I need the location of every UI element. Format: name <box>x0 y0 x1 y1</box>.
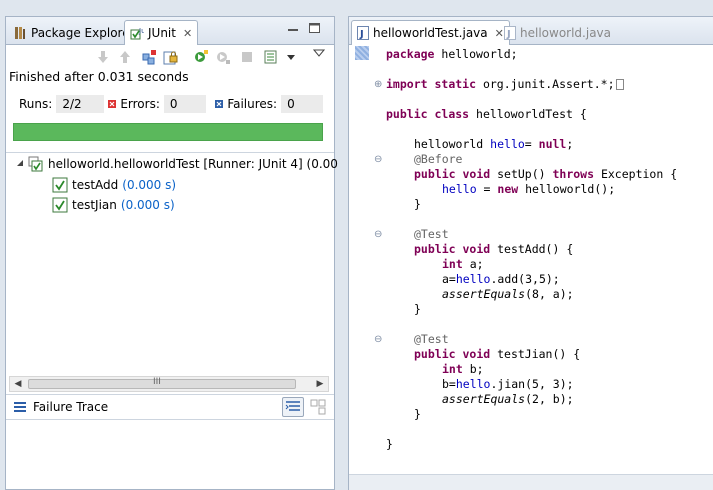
failures-counter: Failures: 0 <box>215 95 325 113</box>
error-icon <box>108 100 117 108</box>
test-passed-icon <box>52 177 68 193</box>
failure-trace-header: Failure Trace <box>6 394 334 420</box>
current-line-marker <box>355 46 369 60</box>
code-line[interactable]: @Test <box>414 332 449 347</box>
rerun-failed-first-icon[interactable] <box>214 48 232 66</box>
minimize-icon[interactable] <box>286 23 300 38</box>
code-line[interactable]: public void testAdd() { <box>414 242 573 257</box>
scroll-grip: III <box>153 377 161 387</box>
errors-counter: Errors: 0 <box>108 95 211 113</box>
junit-icon: Ju <box>130 26 144 40</box>
fold-icon[interactable]: ⊖ <box>374 152 382 167</box>
horizontal-scrollbar[interactable]: ◀ III ▶ <box>9 376 329 392</box>
divider <box>6 152 334 153</box>
code-line[interactable]: public void setUp() throws Exception { <box>414 167 677 182</box>
test-duration: (0.000 s) <box>120 198 175 212</box>
code-line[interactable]: } <box>386 437 393 452</box>
scroll-left-icon[interactable]: ◀ <box>11 377 25 391</box>
tab-label: helloworldTest.java <box>373 26 488 40</box>
test-suite-icon <box>28 156 44 172</box>
test-passed-icon <box>52 197 68 213</box>
test-counters: Runs: 2/2 Errors: 0 Failures: 0 <box>9 93 325 115</box>
editor-tab-bar: J helloworldTest.java ✕ J helloworld.jav… <box>349 17 713 45</box>
history-dropdown-icon[interactable] <box>282 48 300 66</box>
code-line[interactable]: @Test <box>414 227 449 242</box>
java-file-icon: J <box>504 25 516 40</box>
failure-icon <box>215 100 224 108</box>
view-menu-icon[interactable] <box>310 44 328 62</box>
progress-bar <box>13 123 323 141</box>
show-failures-only-icon[interactable] <box>140 48 158 66</box>
java-editor: J helloworldTest.java ✕ J helloworld.jav… <box>348 16 713 490</box>
test-name: testJian <box>72 198 117 212</box>
junit-toolbar <box>6 46 334 68</box>
code-line[interactable]: } <box>414 407 421 422</box>
run-status-text: Finished after 0.031 seconds <box>9 69 189 84</box>
code-line[interactable]: assertEquals(2, b); <box>442 392 574 407</box>
tab-label: helloworld.java <box>520 25 611 40</box>
expand-import-icon[interactable]: ⊕ <box>374 77 382 92</box>
tab-label: Package Explorer <box>31 25 135 40</box>
tree-root[interactable]: helloworld.helloworldTest [Runner: JUnit… <box>16 155 338 173</box>
code-line[interactable]: a=hello.add(3,5); <box>442 272 560 287</box>
java-file-icon: J <box>357 26 369 40</box>
failures-value: 0 <box>281 95 324 113</box>
runs-counter: Runs: 2/2 <box>9 95 105 113</box>
runs-label: Runs: <box>19 97 53 111</box>
code-line[interactable]: b=hello.jian(5, 3); <box>442 377 574 392</box>
tab-package-explorer[interactable]: Package Explorer <box>8 20 140 45</box>
code-line[interactable]: public void testJian() { <box>414 347 580 362</box>
editor-gutter <box>349 46 381 476</box>
fold-icon[interactable]: ⊖ <box>374 227 382 242</box>
errors-label: Errors: <box>120 97 160 111</box>
tab-helloworldtest-java[interactable]: J helloworldTest.java ✕ <box>351 20 510 45</box>
code-line[interactable]: @Before <box>414 152 462 167</box>
scroll-thumb[interactable]: III <box>28 377 296 389</box>
maximize-icon[interactable] <box>308 22 322 37</box>
tree-item[interactable]: testAdd (0.000 s) <box>52 176 176 194</box>
fold-icon[interactable]: ⊖ <box>374 332 382 347</box>
code-line[interactable]: int b; <box>442 362 484 377</box>
code-line[interactable]: hello = new helloworld(); <box>442 182 615 197</box>
test-duration: (0.000 s) <box>122 178 177 192</box>
junit-view: Package Explorer Ju JUnit ✕ Finished aft… <box>5 16 338 490</box>
svg-text:Ju: Ju <box>138 27 144 35</box>
tab-junit[interactable]: Ju JUnit ✕ <box>124 20 199 45</box>
tab-label: JUnit <box>148 26 176 40</box>
tab-helloworld-java[interactable]: J helloworld.java <box>499 20 616 45</box>
stop-icon[interactable] <box>238 48 256 66</box>
stack-trace-icon <box>13 401 27 413</box>
scroll-right-icon[interactable]: ▶ <box>313 377 327 391</box>
svg-text:J: J <box>359 29 364 40</box>
code-line[interactable]: assertEquals(8, a); <box>442 287 574 302</box>
code-line[interactable]: import static org.junit.Assert.*; <box>386 77 624 92</box>
package-explorer-icon <box>13 26 27 40</box>
filter-stack-trace-icon[interactable] <box>282 397 304 417</box>
left-tab-bar: Package Explorer Ju JUnit ✕ <box>6 17 334 45</box>
expand-arrow-icon[interactable] <box>16 160 24 168</box>
code-line[interactable]: int a; <box>442 257 484 272</box>
failures-label: Failures: <box>227 97 278 111</box>
compare-result-icon[interactable] <box>310 399 326 418</box>
rerun-test-icon[interactable] <box>192 48 210 66</box>
scroll-lock-icon[interactable] <box>162 48 180 66</box>
tree-root-label: helloworld.helloworldTest [Runner: JUnit… <box>48 157 338 171</box>
test-name: testAdd <box>72 178 119 192</box>
code-line[interactable]: public class helloworldTest { <box>386 107 587 122</box>
editor-scrollbar[interactable] <box>349 474 713 490</box>
code-line[interactable]: } <box>414 302 421 317</box>
runs-value: 2/2 <box>56 95 105 113</box>
code-line[interactable]: } <box>414 197 421 212</box>
previous-failure-icon[interactable] <box>116 48 134 66</box>
close-icon[interactable]: ✕ <box>183 27 192 40</box>
next-failure-icon[interactable] <box>94 48 112 66</box>
folded-code-indicator[interactable] <box>615 79 624 90</box>
svg-text:J: J <box>506 29 511 40</box>
test-run-history-icon[interactable] <box>262 48 280 66</box>
failure-trace-label: Failure Trace <box>33 400 109 414</box>
code-line[interactable]: helloworld hello= null; <box>414 137 573 152</box>
errors-value: 0 <box>163 95 206 113</box>
code-line[interactable]: package helloworld; <box>386 47 518 62</box>
tree-item[interactable]: testJian (0.000 s) <box>52 196 175 214</box>
